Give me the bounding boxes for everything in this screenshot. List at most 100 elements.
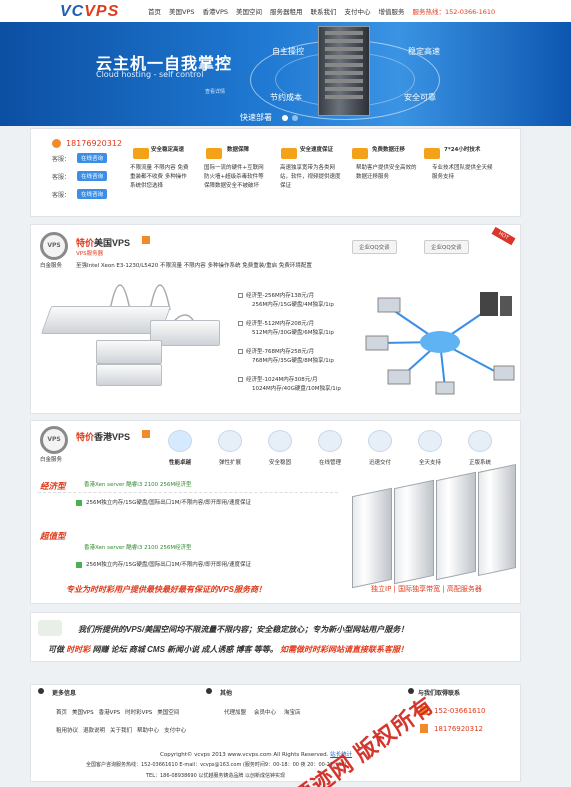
feature-desc-migrate: 帮助客户提供安全高效的数据迁移服务 — [356, 165, 417, 180]
qq-chat-button-3[interactable]: 在线咨询 — [77, 189, 108, 199]
footer-phone-1: 152-03661610 — [434, 707, 486, 715]
shield-check-icon — [38, 620, 62, 636]
qq-label-3: 客服： — [52, 192, 71, 199]
us-plan-4: 经济型-1024M内存308元/月 1024M内存/40G硬盘/10M独享/1ip — [238, 376, 341, 394]
nav-hk-vps[interactable]: 香港VPS — [203, 6, 229, 16]
nav-server-rental[interactable]: 服务器租用 — [270, 6, 303, 16]
slide-dot-2[interactable] — [292, 115, 298, 121]
plan-checkbox-3[interactable] — [238, 349, 243, 354]
close-icon — [206, 688, 212, 694]
feature-icon-speed — [281, 148, 297, 159]
tab-scale[interactable]: 弹性扩展 — [210, 458, 250, 466]
delivery-icon[interactable] — [368, 430, 392, 452]
tab-performance[interactable]: 性能卓越 — [160, 458, 200, 466]
us-vps-title: 特价美国VPS — [76, 238, 131, 248]
shield-icon[interactable] — [268, 430, 292, 452]
us-plan-3: 经济型-768M内存258元/月 768M内存/35G硬盘/8M独享/1ip — [238, 348, 334, 366]
footer-info-1: 全国客户咨询服务热线：152-03661610 E-mail：vcvps@163… — [86, 762, 347, 768]
nav-us-hosting[interactable]: 美国空间 — [236, 6, 262, 16]
manage-icon[interactable] — [318, 430, 342, 452]
bullet-icon — [76, 500, 82, 506]
footer-links-row-1: 首页 美国VPS 香港VPS 时时彩VPS 美国空间 — [56, 710, 180, 716]
server-rack-3 — [436, 471, 476, 581]
rss-icon — [142, 236, 150, 244]
feature-title-data: 数据保障 — [227, 147, 250, 153]
type-economy-line2: 256M独立内存/15G硬盘/国际出口1M/不限内容/即开即用/速度保证 — [86, 500, 252, 506]
qq-chat-button-1[interactable]: 在线咨询 — [77, 153, 108, 163]
main-nav: 首页 美国VPS 香港VPS 美国空间 服务器租用 联系我们 支付中心 增值服务… — [148, 6, 495, 16]
feature-icon-data — [206, 148, 222, 159]
type-value-label: 超值型 — [40, 531, 66, 541]
promo-line2: 可做 时时彩 网赚 论坛 商城 CMS 新闻小说 成人诱惑 博客 等等。 如需做… — [48, 645, 409, 654]
nav-home[interactable]: 首页 — [148, 6, 161, 16]
promo-line1: 我们所提供的VPS/美国空间均不限流量不限内容；安全稳定放心；专为新小型网站用户… — [78, 625, 409, 634]
plan-checkbox-4[interactable] — [238, 377, 243, 382]
feature-title-stable: 安全稳定高速 — [151, 147, 185, 153]
slide-dot-1[interactable] — [282, 115, 288, 121]
footer-copyright: Copyright© vcvps 2013 www.vcvps.com All … — [160, 752, 353, 758]
performance-icon[interactable] — [168, 430, 192, 452]
banner-label-secure: 安全可靠 — [404, 93, 436, 102]
nav-us-vps[interactable]: 美国VPS — [169, 6, 195, 16]
plan-checkbox-1[interactable] — [238, 293, 243, 298]
hk-slogan: 专业为时时彩用户提供最快最好最有保证的VPS服务商！ — [66, 585, 267, 594]
type-value-line1[interactable]: 香港Xen server 酷睿i3 2100 256M经济型 — [84, 544, 192, 553]
footer-other-links: 代理加盟 会员中心 淘宝店 — [224, 710, 301, 716]
vps-badge-icon: VPS — [40, 232, 68, 260]
footer-links-row-2: 租用协议 退款说明 关于我们 帮助中心 支付中心 — [56, 728, 187, 734]
plan-checkbox-2[interactable] — [238, 321, 243, 326]
us-vps-sub: VPS服务器 — [76, 251, 104, 257]
feature-icon-stable — [133, 148, 149, 159]
network-diagram-image — [365, 292, 515, 395]
divider — [38, 492, 338, 493]
contact-person-icon — [52, 139, 61, 148]
feature-desc-stable: 不限流量 不限内容 免费重装都不收费 多种操作系统供您选择 — [130, 165, 189, 189]
tab-delivery[interactable]: 迅速交付 — [360, 458, 400, 466]
hk-right-features: 独立IP | 国际独享带宽 | 高配服务器 — [371, 585, 482, 593]
banner-more-link[interactable]: 查看详情 — [205, 88, 225, 95]
type-economy-line1[interactable]: 香港Xen server 酷睿i3 2100 256M经济型 — [84, 481, 192, 490]
tab-genuine[interactable]: 正版系统 — [460, 458, 500, 466]
nav-value-added[interactable]: 增值服务 — [379, 6, 405, 16]
feature-desc-speed: 高速独享宽带为各类网站，软件，视频提供速度保证 — [280, 165, 341, 189]
tab-manage[interactable]: 在线管理 — [310, 458, 350, 466]
nav-payment[interactable]: 支付中心 — [345, 6, 371, 16]
scale-icon[interactable] — [218, 430, 242, 452]
site-logo[interactable]: VCVPS — [60, 3, 119, 21]
banner-subtitle: Cloud hosting - self control — [96, 70, 204, 79]
feature-icon-migrate — [352, 148, 368, 159]
tab-security[interactable]: 安全稳固 — [260, 458, 300, 466]
enterprise-qq-button-1[interactable]: 企业QQ交谈 — [352, 240, 397, 254]
footer-more-heading: 更多信息 — [52, 690, 77, 697]
banner-label-cost: 节约成本 — [270, 93, 302, 102]
type-value-line2: 256M独立内存/15G硬盘/国际出口1M/不限内容/即开即用/速度保证 — [86, 562, 252, 568]
footer-info-2: TEL：186-08938690 以优越服务铸造品牌 以创新成信钟实现 — [146, 773, 285, 779]
footer-other-heading: 其他 — [220, 690, 233, 697]
us-plan-1: 经济型-256M内存138元/月 256M内存/15G硬盘/4M独享/1ip — [238, 292, 334, 310]
support-icon[interactable] — [418, 430, 442, 452]
feature-desc-data: 国际一流的硬件+互联网防火墙+超级杀毒软件等保障数据安全不被破坏 — [204, 165, 264, 189]
hk-badge-sub: 白金服务 — [40, 457, 63, 463]
bullet-icon — [76, 562, 82, 568]
hk-rss-icon — [142, 430, 150, 438]
qq-chat-button-2[interactable]: 在线咨询 — [77, 171, 108, 181]
feature-desc-support: 专业技术团队提供全天候服务支持 — [432, 165, 493, 180]
info-icon — [38, 688, 44, 694]
nav-contact[interactable]: 联系我们 — [311, 6, 337, 16]
router-device-3 — [96, 340, 162, 364]
server-rack-1 — [352, 487, 392, 589]
hotline: 服务热线：152-0366-1610 — [412, 8, 496, 16]
qq-label-1: 客服： — [52, 156, 71, 163]
server-rack-4 — [478, 463, 516, 577]
windows-icon[interactable] — [468, 430, 492, 452]
banner-label-control: 自主操控 — [272, 47, 304, 56]
banner-label-deploy: 快速部署 — [240, 113, 272, 122]
hk-vps-title: 特价香港VPS — [76, 432, 131, 442]
banner-label-stable: 稳定高速 — [408, 47, 440, 56]
footer-phone-2: 18176920312 — [434, 725, 483, 733]
feature-icon-support — [424, 148, 440, 159]
feature-title-support: 7*24小时技术 — [444, 147, 481, 153]
enterprise-qq-button-2[interactable]: 企业QQ交谈 — [424, 240, 469, 254]
router-device-4 — [96, 364, 162, 386]
tab-support[interactable]: 全天支持 — [410, 458, 450, 466]
